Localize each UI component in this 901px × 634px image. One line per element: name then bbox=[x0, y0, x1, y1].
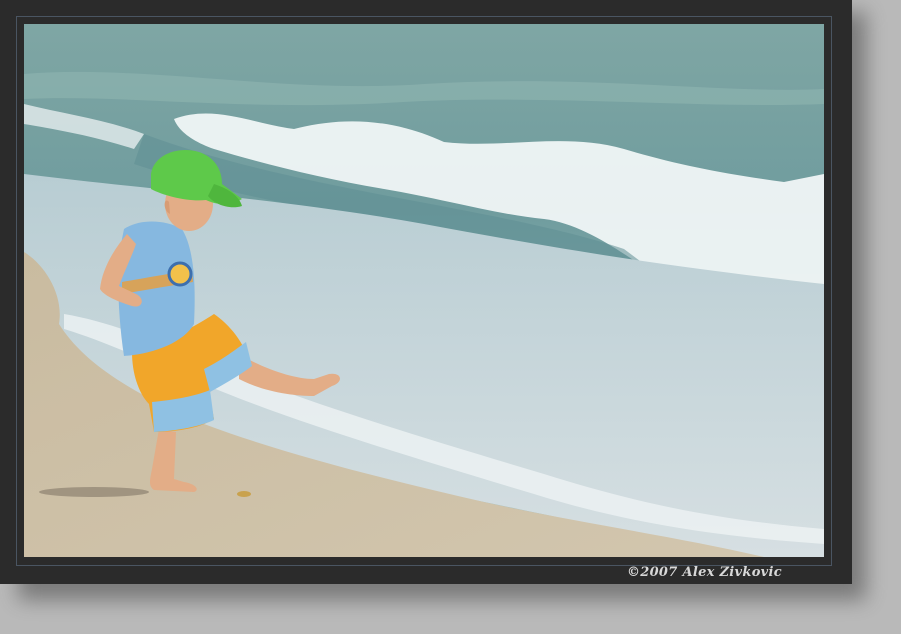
beach-scene bbox=[24, 24, 824, 557]
page: ©2007 Alex Zivkovic bbox=[0, 0, 901, 634]
shirt-logo bbox=[167, 261, 193, 287]
copyright-watermark: ©2007 Alex Zivkovic bbox=[626, 565, 782, 580]
shadow-on-sand bbox=[39, 487, 149, 497]
beach-photo bbox=[24, 24, 824, 557]
photo-frame: ©2007 Alex Zivkovic bbox=[0, 0, 852, 584]
pebble bbox=[237, 491, 251, 497]
